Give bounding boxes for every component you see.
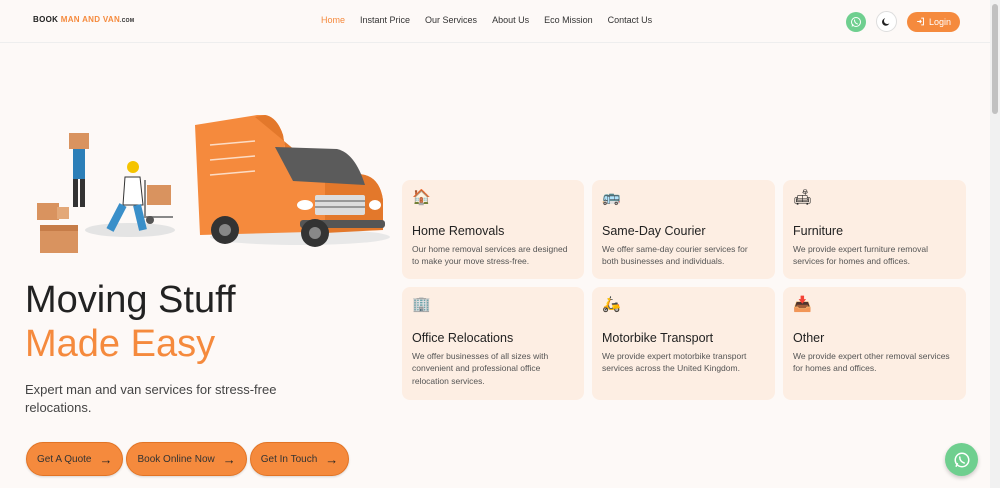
main-nav: Home Instant Price Our Services About Us… bbox=[321, 15, 652, 25]
house-icon: 🏠 bbox=[412, 189, 431, 206]
moon-icon bbox=[882, 17, 890, 26]
nav-eco-mission[interactable]: Eco Mission bbox=[544, 15, 593, 25]
get-in-touch-button[interactable]: Get In Touch → bbox=[249, 442, 350, 476]
nav-about-us[interactable]: About Us bbox=[492, 15, 529, 25]
header-actions: Login bbox=[845, 11, 960, 32]
scooter-icon: 🛵 bbox=[602, 296, 621, 313]
get-a-quote-button[interactable]: Get A Quote → bbox=[26, 442, 124, 476]
logo-text-man-and-van: MAN AND VAN bbox=[60, 15, 121, 24]
service-title: Home Removals bbox=[412, 224, 505, 238]
inbox-tray-icon: 📥 bbox=[793, 296, 812, 313]
book-online-now-button[interactable]: Book Online Now → bbox=[126, 442, 247, 476]
login-button[interactable]: Login bbox=[906, 11, 960, 32]
service-card-same-day-courier[interactable]: 🚌 Same-Day Courier We offer same-day cou… bbox=[592, 180, 775, 279]
login-icon bbox=[917, 17, 924, 26]
logo-text-com: .COM bbox=[120, 18, 135, 24]
get-in-touch-label: Get In Touch bbox=[260, 453, 318, 465]
site-logo[interactable]: BOOK MAN AND VAN.COM bbox=[33, 15, 134, 24]
service-card-furniture[interactable]: 🛋 Furniture We provide expert furniture … bbox=[783, 180, 966, 279]
whatsapp-button[interactable] bbox=[845, 11, 866, 32]
service-title: Other bbox=[793, 331, 825, 345]
whatsapp-icon bbox=[850, 16, 861, 27]
hero-title-line2: Made Easy bbox=[25, 322, 216, 365]
service-description: We offer businesses of all sizes with co… bbox=[412, 351, 549, 386]
service-title: Furniture bbox=[793, 224, 844, 238]
services-grid: 🏠 Home Removals Our home removal service… bbox=[402, 180, 966, 400]
arrow-right-icon: → bbox=[99, 451, 113, 467]
hero-subtitle: Expert man and van services for stress-f… bbox=[25, 382, 277, 415]
site-header: BOOK MAN AND VAN.COM Home Instant Price … bbox=[0, 0, 990, 43]
service-description: We provide expert motorbike transport se… bbox=[602, 351, 747, 374]
service-description: We offer same-day courier services for b… bbox=[602, 244, 748, 267]
arrow-right-icon: → bbox=[222, 451, 236, 467]
whatsapp-icon bbox=[954, 452, 969, 467]
office-building-icon: 🏢 bbox=[412, 296, 431, 313]
service-description: Our home removal services are designed t… bbox=[412, 244, 568, 267]
page-scrollbar[interactable] bbox=[990, 0, 1000, 488]
service-title: Office Relocations bbox=[412, 331, 514, 345]
hero-cta-group: Get A Quote → Book Online Now → Get In T… bbox=[26, 442, 350, 476]
login-label: Login bbox=[928, 16, 951, 27]
nav-instant-price[interactable]: Instant Price bbox=[360, 15, 410, 25]
scrollbar-thumb[interactable] bbox=[992, 4, 998, 114]
service-title: Same-Day Courier bbox=[602, 224, 706, 238]
hero-title: Moving Stuff Made Easy bbox=[25, 279, 236, 366]
nav-home[interactable]: Home bbox=[321, 15, 345, 25]
service-card-home-removals[interactable]: 🏠 Home Removals Our home removal service… bbox=[402, 180, 584, 279]
arrow-right-icon: → bbox=[325, 451, 339, 467]
service-title: Motorbike Transport bbox=[602, 331, 714, 345]
hero-title-line1: Moving Stuff bbox=[25, 279, 236, 321]
get-a-quote-label: Get A Quote bbox=[37, 453, 92, 465]
sofa-icon: 🛋 bbox=[793, 189, 813, 206]
whatsapp-floating-button[interactable] bbox=[945, 443, 978, 476]
nav-contact-us[interactable]: Contact Us bbox=[608, 15, 653, 25]
theme-toggle-button[interactable] bbox=[875, 11, 897, 32]
service-description: We provide expert furniture removal serv… bbox=[793, 244, 928, 267]
logo-text-book: BOOK bbox=[33, 15, 61, 24]
book-online-now-label: Book Online Now bbox=[137, 453, 215, 465]
service-description: We provide expert other removal services… bbox=[793, 351, 950, 374]
moving-van-illustration bbox=[37, 115, 390, 253]
service-card-motorbike-transport[interactable]: 🛵 Motorbike Transport We provide expert … bbox=[592, 287, 775, 400]
service-card-other[interactable]: 📥 Other We provide expert other removal … bbox=[783, 287, 966, 400]
nav-our-services[interactable]: Our Services bbox=[425, 15, 477, 25]
bus-icon: 🚌 bbox=[602, 189, 621, 206]
service-card-office-relocations[interactable]: 🏢 Office Relocations We offer businesses… bbox=[402, 287, 584, 400]
